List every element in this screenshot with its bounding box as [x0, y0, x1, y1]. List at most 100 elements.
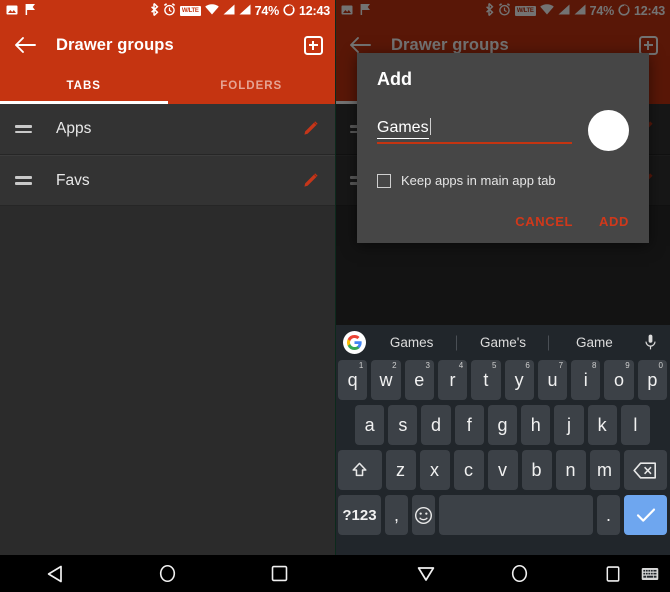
key-n[interactable]: n — [555, 450, 586, 490]
keyboard-row-4: ?123 , . — [335, 495, 670, 535]
key-label: e — [414, 369, 425, 390]
color-swatch-button[interactable] — [588, 110, 629, 151]
key-o[interactable]: 9o — [604, 360, 634, 400]
key-superscript: 2 — [392, 361, 397, 370]
key-superscript: 9 — [625, 361, 630, 370]
drawer-group-list: Apps Favs — [0, 104, 335, 206]
pane-divider — [335, 0, 336, 555]
suggestion-item[interactable]: Game — [549, 335, 640, 350]
key-f[interactable]: f — [454, 405, 484, 445]
microphone-icon[interactable] — [640, 334, 662, 351]
symbols-key[interactable]: ?123 — [337, 495, 381, 535]
list-item-label: Apps — [56, 120, 92, 137]
group-name-input[interactable]: Games — [377, 117, 572, 144]
key-l[interactable]: l — [620, 405, 650, 445]
key-t[interactable]: 5t — [471, 360, 501, 400]
key-superscript: 4 — [458, 361, 464, 370]
key-s[interactable]: s — [388, 405, 418, 445]
keyboard-row-1: 1q 2w 3e 4r 5t 6y 7u 8i 9o 0p — [335, 360, 670, 400]
key-label: w — [379, 369, 393, 390]
keyboard-down-icon[interactable] — [403, 555, 449, 592]
key-v[interactable]: v — [487, 450, 518, 490]
backspace-icon[interactable] — [623, 450, 667, 490]
key-superscript: 7 — [558, 361, 564, 370]
clock-label: 12:43 — [299, 4, 330, 18]
key-c[interactable]: c — [453, 450, 484, 490]
key-a[interactable]: a — [355, 405, 385, 445]
key-d[interactable]: d — [421, 405, 451, 445]
shift-icon[interactable] — [338, 450, 382, 490]
key-e[interactable]: 3e — [404, 360, 434, 400]
key-k[interactable]: k — [587, 405, 617, 445]
emoji-icon[interactable] — [412, 495, 436, 535]
drag-handle-icon[interactable] — [12, 124, 34, 134]
keyboard-row-3: z x c v b n m — [335, 450, 670, 490]
home-circle-icon[interactable] — [497, 555, 543, 592]
key-comma[interactable]: , — [384, 495, 408, 535]
key-i[interactable]: 8i — [571, 360, 601, 400]
key-b[interactable]: b — [521, 450, 552, 490]
flag-icon — [25, 3, 37, 19]
tab-bar: TABS FOLDERS — [0, 68, 335, 104]
key-label: r — [449, 369, 456, 390]
key-m[interactable]: m — [589, 450, 620, 490]
key-x[interactable]: x — [419, 450, 450, 490]
key-r[interactable]: 4r — [437, 360, 468, 400]
key-period[interactable]: . — [597, 495, 621, 535]
enter-key[interactable] — [624, 495, 668, 535]
keyboard-switch-icon[interactable] — [636, 555, 664, 592]
alarm-icon — [163, 3, 176, 19]
key-u[interactable]: 7u — [537, 360, 568, 400]
keep-apps-checkbox[interactable] — [377, 173, 391, 188]
key-label: t — [483, 369, 489, 390]
table-row[interactable]: Favs — [0, 155, 335, 206]
key-superscript: 6 — [525, 361, 530, 370]
drag-handle-icon[interactable] — [12, 176, 34, 185]
key-w[interactable]: 2w — [371, 360, 401, 400]
image-icon — [6, 4, 18, 19]
status-bar-notifications — [6, 3, 37, 19]
signal-icon — [223, 4, 235, 18]
key-j[interactable]: j — [554, 405, 584, 445]
dialog-field-row: Games — [377, 110, 629, 151]
table-row[interactable]: Apps — [0, 104, 335, 155]
key-q[interactable]: 1q — [338, 360, 368, 400]
dialog-actions: CANCEL ADD — [377, 214, 629, 235]
add-button[interactable]: ADD — [599, 214, 629, 229]
key-z[interactable]: z — [385, 450, 416, 490]
bluetooth-icon — [150, 2, 159, 19]
key-label: o — [614, 369, 625, 390]
wifi-lte-badge: W/LTE — [179, 6, 201, 16]
add-group-dialog: Add Games Keep apps in main app tab CANC… — [357, 53, 649, 243]
right-pane: W/LTE 74% 12:43 Drawe — [335, 0, 670, 555]
home-circle-icon[interactable] — [139, 555, 195, 592]
recents-square-icon[interactable] — [591, 555, 637, 592]
tab-folders[interactable]: FOLDERS — [168, 68, 336, 104]
tab-tabs[interactable]: TABS — [0, 68, 168, 104]
key-label: u — [547, 369, 558, 390]
list-item-label: Favs — [56, 171, 90, 189]
keep-apps-checkbox-row[interactable]: Keep apps in main app tab — [377, 173, 629, 188]
suggestion-item[interactable]: Game's — [457, 335, 548, 350]
key-superscript: 0 — [658, 361, 663, 370]
recents-square-icon[interactable] — [251, 555, 307, 592]
wifi-icon — [204, 4, 219, 18]
key-h[interactable]: h — [521, 405, 551, 445]
battery-percent-label: 74% — [254, 4, 280, 18]
add-icon[interactable] — [303, 35, 323, 55]
back-triangle-icon[interactable] — [28, 555, 84, 592]
back-arrow-icon[interactable] — [12, 32, 38, 58]
google-logo-icon[interactable] — [343, 331, 366, 354]
pencil-icon[interactable] — [299, 170, 321, 192]
key-g[interactable]: g — [487, 405, 518, 445]
space-key[interactable] — [439, 495, 593, 535]
cancel-button[interactable]: CANCEL — [515, 214, 573, 229]
status-bar-system-icons: W/LTE 74% 12:43 — [150, 2, 330, 19]
key-p[interactable]: 0p — [637, 360, 667, 400]
pencil-icon[interactable] — [299, 118, 321, 140]
key-y[interactable]: 6y — [504, 360, 534, 400]
left-pane: W/LTE 74% 12:43 Drawer groups TABS FOLDE… — [0, 0, 335, 555]
suggestion-item[interactable]: Games — [366, 335, 457, 350]
suggestion-strip: Games Game's Game — [335, 325, 670, 360]
key-superscript: 1 — [358, 361, 364, 370]
